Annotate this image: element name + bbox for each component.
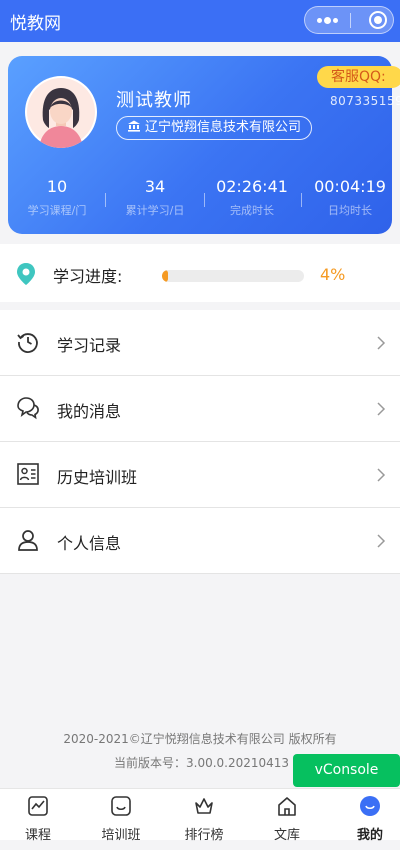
tab-label: 排行榜 bbox=[184, 828, 224, 843]
stat-label: 完成时长 bbox=[230, 204, 274, 217]
stat-value: 34 bbox=[144, 177, 166, 196]
profile-card: 测试教师 辽宁悦翔信息技术有限公司 客服QQ: 807335159 10 学习课… bbox=[8, 56, 400, 234]
more-menu-button[interactable] bbox=[305, 7, 349, 33]
tab-leaderboard[interactable]: 排行榜 bbox=[174, 795, 234, 843]
home-icon bbox=[278, 797, 296, 816]
stat-label: 学习课程/门 bbox=[27, 204, 87, 217]
chart-icon bbox=[28, 796, 48, 816]
tab-library[interactable]: 文库 bbox=[257, 795, 317, 843]
progress-bar-fill bbox=[162, 270, 168, 282]
stat-divider bbox=[105, 193, 106, 207]
menu-list: 学习记录 我的消息 历史培训班 个人信息 bbox=[0, 310, 400, 574]
tab-mine[interactable]: 我的 bbox=[340, 795, 400, 843]
stat-value: 10 bbox=[46, 177, 68, 196]
crown-icon bbox=[195, 798, 213, 814]
close-target-icon[interactable] bbox=[369, 11, 387, 29]
stat-courses: 10 学习课程/门 bbox=[18, 177, 96, 218]
contact-card-icon bbox=[17, 463, 39, 485]
stat-divider bbox=[301, 193, 302, 207]
history-clock-icon bbox=[17, 333, 38, 353]
miniprogram-capsule bbox=[304, 6, 394, 34]
tab-courses[interactable]: 课程 bbox=[8, 795, 68, 843]
chevron-right-icon bbox=[377, 336, 386, 350]
menu-label: 个人信息 bbox=[57, 534, 122, 553]
tab-label: 培训班 bbox=[101, 828, 141, 843]
qq-number: 807335159 bbox=[330, 94, 400, 108]
customer-service-qq-badge[interactable]: 客服QQ: bbox=[317, 66, 400, 88]
menu-label: 我的消息 bbox=[57, 402, 122, 421]
organization-badge: 辽宁悦翔信息技术有限公司 bbox=[116, 116, 313, 140]
dot-icon bbox=[333, 18, 338, 23]
teacher-name: 测试教师 bbox=[116, 90, 192, 111]
profile-circle-icon bbox=[360, 796, 380, 816]
tab-training-classes[interactable]: 培训班 bbox=[91, 795, 151, 843]
stat-divider bbox=[204, 193, 205, 207]
organization-name: 辽宁悦翔信息技术有限公司 bbox=[145, 120, 302, 135]
location-pin-icon bbox=[17, 263, 35, 285]
bank-icon bbox=[128, 120, 140, 132]
learning-progress-row: 学习进度: 4% bbox=[0, 244, 400, 302]
chat-bubbles-icon bbox=[17, 397, 39, 420]
tab-label: 文库 bbox=[273, 828, 300, 843]
stat-daily-average: 00:04:19 日均时长 bbox=[308, 177, 392, 218]
vconsole-button[interactable]: vConsole bbox=[293, 754, 400, 787]
capsule-divider bbox=[350, 13, 351, 28]
smile-box-icon bbox=[111, 796, 131, 816]
stat-days: 34 累计学习/日 bbox=[116, 177, 194, 218]
top-bar: 悦教网 bbox=[0, 0, 400, 42]
progress-bar bbox=[162, 270, 304, 282]
progress-percent: 4% bbox=[320, 265, 346, 284]
menu-item-personal-info[interactable]: 个人信息 bbox=[0, 508, 400, 574]
stat-value: 02:26:41 bbox=[216, 177, 288, 196]
dot-icon bbox=[317, 18, 322, 23]
version-text: 当前版本号：3.00.0.20210413 bbox=[114, 756, 290, 770]
avatar[interactable] bbox=[25, 76, 97, 148]
app-title: 悦教网 bbox=[10, 14, 61, 34]
menu-label: 学习记录 bbox=[57, 336, 122, 355]
chevron-right-icon bbox=[377, 534, 386, 548]
stat-completed-time: 02:26:41 完成时长 bbox=[210, 177, 294, 218]
dot-icon bbox=[324, 17, 331, 24]
bottom-tab-bar: 课程 培训班 排行榜 文库 我的 bbox=[0, 788, 400, 843]
chevron-right-icon bbox=[377, 402, 386, 416]
menu-item-my-messages[interactable]: 我的消息 bbox=[0, 376, 400, 442]
stat-value: 00:04:19 bbox=[314, 177, 386, 196]
stat-label: 日均时长 bbox=[328, 204, 372, 217]
copyright-text: 2020-2021©辽宁悦翔信息技术有限公司 版权所有 bbox=[63, 732, 337, 746]
tab-label: 我的 bbox=[356, 828, 383, 843]
progress-label: 学习进度: bbox=[53, 267, 123, 286]
menu-label: 历史培训班 bbox=[57, 468, 138, 487]
tab-label: 课程 bbox=[24, 828, 51, 843]
stat-label: 累计学习/日 bbox=[125, 204, 185, 217]
user-icon bbox=[18, 530, 38, 551]
menu-item-study-records[interactable]: 学习记录 bbox=[0, 310, 400, 376]
menu-item-history-classes[interactable]: 历史培训班 bbox=[0, 442, 400, 508]
chevron-right-icon bbox=[377, 468, 386, 482]
